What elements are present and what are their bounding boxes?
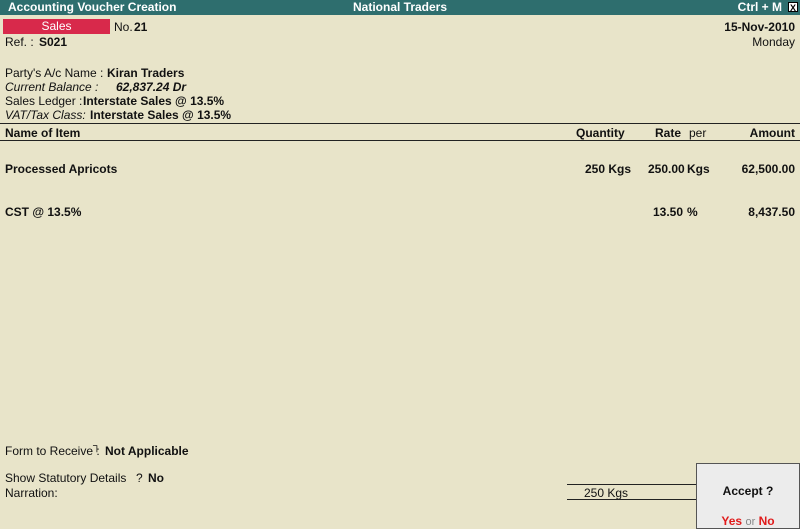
voucher-type[interactable]: Sales (3, 19, 110, 34)
voucher-day: Monday (752, 35, 795, 49)
row-per[interactable]: Kgs (687, 162, 710, 176)
ref-label: Ref. : (5, 35, 34, 49)
vat-class-field[interactable]: Interstate Sales @ 13.5% (90, 108, 231, 122)
col-header-per: per (689, 126, 707, 140)
row-item[interactable]: Processed Apricots (5, 162, 117, 176)
party-name-field[interactable]: Kiran Traders (107, 66, 184, 80)
row-amount[interactable]: 8,437.50 (748, 205, 795, 219)
total-quantity: 250 Kgs (584, 486, 629, 500)
col-header-quantity: Quantity (576, 126, 625, 140)
row-rate[interactable]: 250.00 (648, 162, 685, 176)
sales-ledger-label: Sales Ledger : (5, 94, 83, 108)
current-balance-value: 62,837.24 Dr (116, 80, 187, 94)
form-receive-field[interactable]: Not Applicable (105, 444, 189, 458)
yes-button[interactable]: Yes (721, 514, 742, 528)
accept-question: Accept ? (722, 484, 774, 498)
vat-class-label: VAT/Tax Class: (5, 108, 86, 122)
no-button[interactable]: No (759, 514, 775, 528)
statutory-field[interactable]: No (148, 471, 164, 485)
company-name: National Traders (352, 0, 448, 14)
row-per[interactable]: % (687, 205, 698, 219)
voucher-date[interactable]: 15-Nov-2010 (724, 20, 795, 34)
narration-label: Narration: (5, 486, 58, 500)
total-bottom-rule (567, 499, 697, 500)
table-header-rule (0, 140, 800, 141)
current-balance-label: Current Balance : (5, 80, 99, 94)
col-header-item: Name of Item (5, 126, 81, 140)
statutory-label: Show Statutory Details (5, 471, 127, 485)
close-icon[interactable]: X (788, 2, 798, 13)
voucher-number[interactable]: 21 (134, 20, 147, 34)
sales-ledger-field[interactable]: Interstate Sales @ 13.5% (83, 94, 224, 108)
title-bar: Accounting Voucher Creation National Tra… (0, 0, 800, 15)
row-amount[interactable]: 62,500.00 (742, 162, 795, 176)
shortcut-hint[interactable]: Ctrl + M (738, 0, 782, 15)
ref-value[interactable]: S021 (39, 35, 67, 49)
accept-dialog: Accept ? Yes or No (696, 463, 800, 529)
row-quantity[interactable]: 250 Kgs (585, 162, 631, 176)
row-item[interactable]: CST @ 13.5% (5, 205, 81, 219)
party-name-label: Party's A/c Name : (5, 66, 104, 80)
col-header-rate: Rate (655, 126, 682, 140)
accept-options: Yes or No (697, 514, 799, 528)
or-separator: or (745, 516, 756, 528)
form-receive-label: Form to Receive : (5, 444, 100, 458)
form-marker-icon: ┐ (93, 440, 101, 452)
col-header-amount: Amount (749, 126, 795, 140)
total-top-rule (567, 484, 697, 485)
statutory-question: ? (136, 471, 143, 485)
row-rate[interactable]: 13.50 (653, 205, 683, 219)
table-top-rule (0, 123, 800, 124)
voucher-no-label: No. (114, 20, 133, 34)
